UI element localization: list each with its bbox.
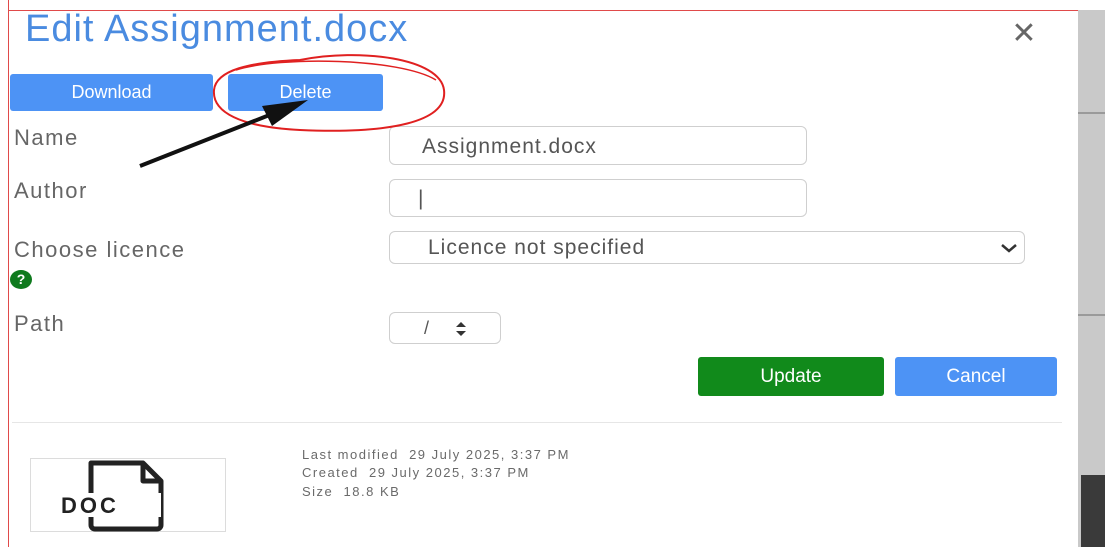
scrollbar-thumb[interactable] xyxy=(1081,475,1105,547)
close-icon[interactable]: ✕ xyxy=(1004,14,1044,54)
licence-label: Choose licence xyxy=(14,237,186,262)
help-icon[interactable]: ? xyxy=(10,270,32,289)
licence-select[interactable]: Licence not specified xyxy=(389,231,1025,264)
dialog-title: Edit Assignment.docx xyxy=(25,8,409,50)
scrollbar-divider xyxy=(1078,112,1105,114)
cancel-button[interactable]: Cancel xyxy=(895,357,1057,396)
delete-button[interactable]: Delete xyxy=(228,74,383,111)
created-label: Created xyxy=(302,465,359,480)
author-label: Author xyxy=(14,178,88,203)
chevron-down-icon xyxy=(1001,244,1017,253)
name-input[interactable]: Assignment.docx xyxy=(389,126,807,165)
window-border-left xyxy=(8,0,9,547)
licence-select-value: Licence not specified xyxy=(428,236,646,259)
sort-arrows-icon xyxy=(456,322,466,336)
path-label: Path xyxy=(14,311,66,336)
author-input[interactable]: | xyxy=(389,179,807,217)
scrollbar-track[interactable] xyxy=(1078,10,1105,547)
last-modified-label: Last modified xyxy=(302,447,399,462)
created-info: Created 29 July 2025, 3:37 PM xyxy=(302,465,530,480)
size-label: Size xyxy=(302,484,334,499)
doc-file-icon-label: DOC xyxy=(61,493,119,518)
size-info: Size 18.8 KB xyxy=(302,484,400,499)
size-value: 18.8 KB xyxy=(343,484,401,499)
update-button[interactable]: Update xyxy=(698,357,884,396)
path-select-value: / xyxy=(424,318,431,338)
file-thumbnail: DOC xyxy=(30,458,226,532)
name-label: Name xyxy=(14,125,79,150)
scrollbar-divider xyxy=(1078,314,1105,316)
path-select[interactable]: / xyxy=(389,312,501,344)
last-modified-value: 29 July 2025, 3:37 PM xyxy=(409,447,570,462)
last-modified-info: Last modified 29 July 2025, 3:37 PM xyxy=(302,447,570,462)
annotation-arrow-shaft xyxy=(139,112,273,168)
created-value: 29 July 2025, 3:37 PM xyxy=(368,465,530,480)
download-button[interactable]: Download xyxy=(10,74,213,111)
section-divider xyxy=(12,422,1062,423)
